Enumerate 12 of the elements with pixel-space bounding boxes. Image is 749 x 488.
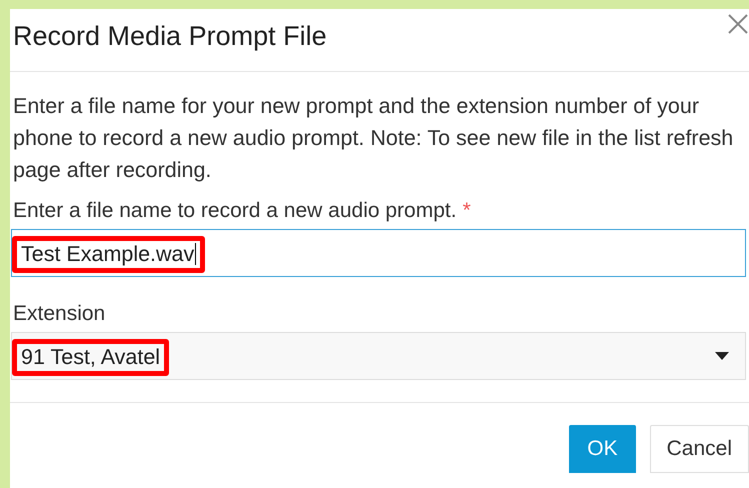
caret-icon <box>715 352 729 360</box>
cancel-button[interactable]: Cancel <box>650 425 749 473</box>
input-field[interactable]: Test Example.wav <box>11 229 746 277</box>
field-value: 91 Test, Avatel <box>12 338 170 376</box>
dialog-title: Record Media Prompt File <box>13 21 327 52</box>
field-label: Enter a file name to record a new audio prompt. <box>13 198 457 224</box>
field-label: Extension <box>13 301 106 327</box>
field-value: Test Example.wav <box>12 236 206 272</box>
close-icon[interactable] <box>727 13 749 35</box>
extension-dropdown[interactable]: 91 Test, Avatel <box>11 332 746 380</box>
description-text: Enter a file name for your new prompt and the extension number of your phone to record a new audio prompt. Note: To see new file in the list refresh page after recording. <box>13 93 734 184</box>
required-mark: * <box>462 198 471 224</box>
